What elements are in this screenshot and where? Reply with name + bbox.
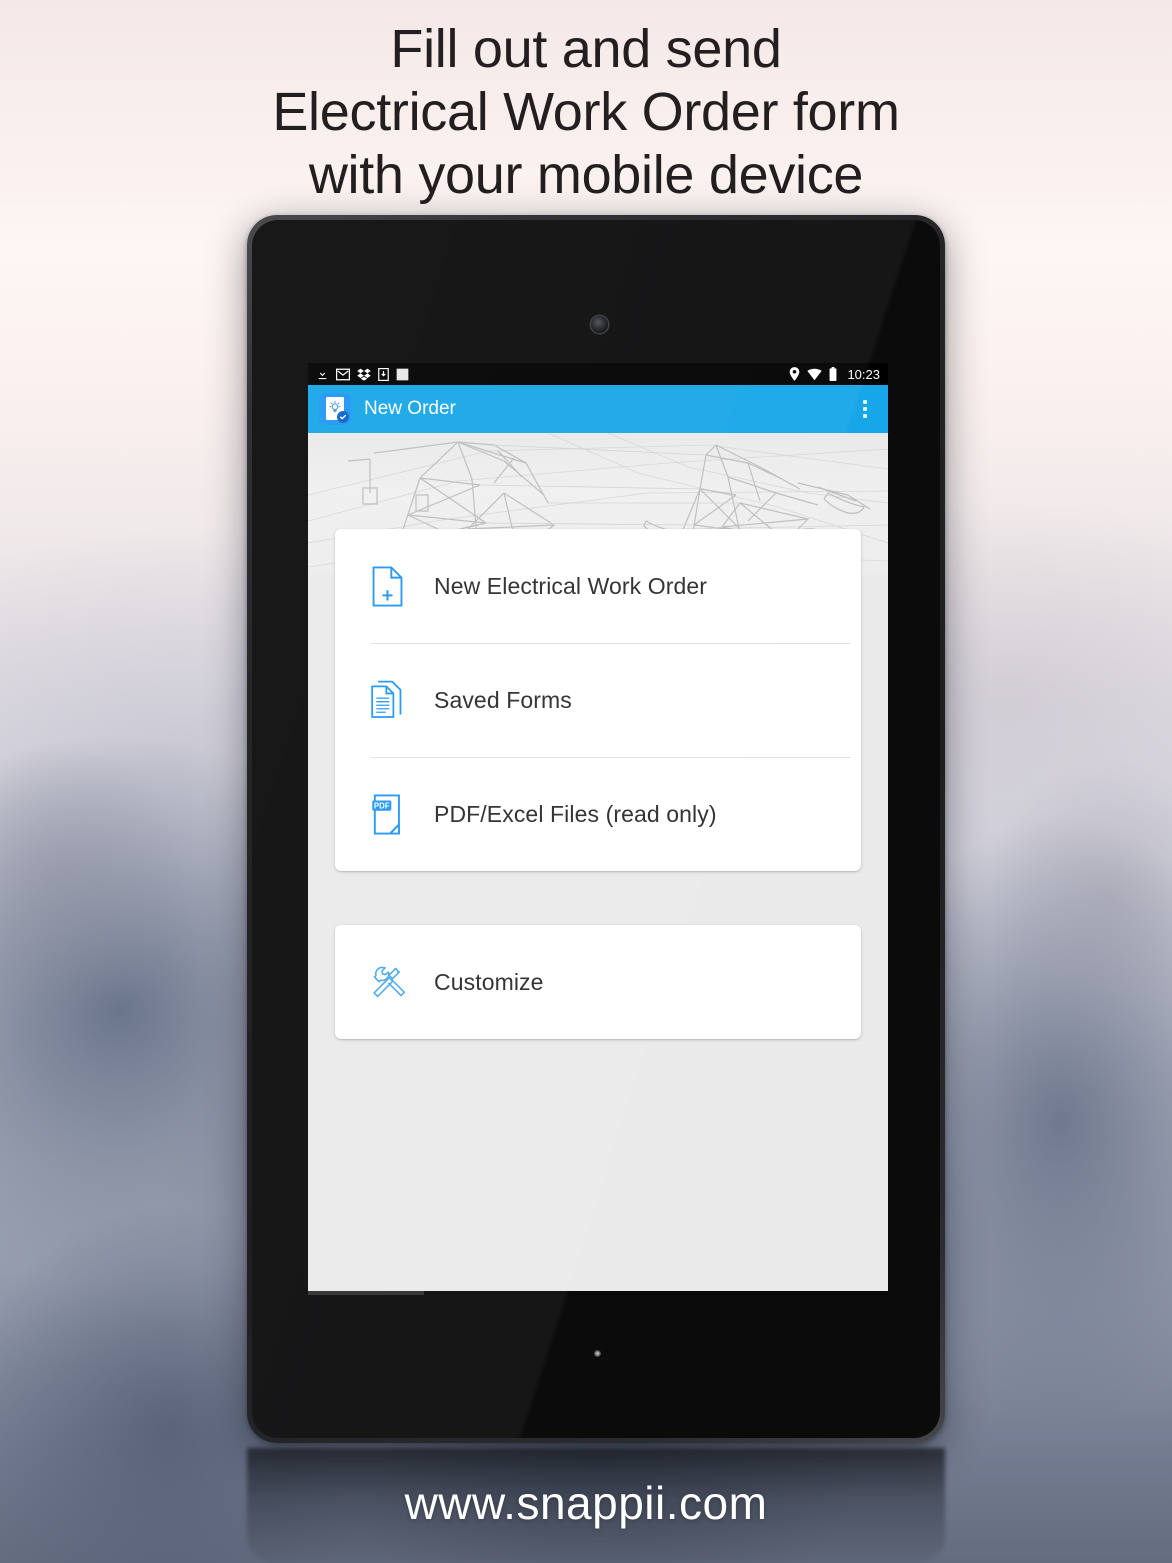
lightbulb-document-app-icon — [319, 393, 351, 425]
front-camera-icon — [591, 316, 608, 333]
android-status-bar: 10:23 — [308, 363, 888, 385]
menu-item-label: New Electrical Work Order — [434, 572, 708, 599]
tools-icon — [371, 963, 413, 1001]
menu-item-saved-forms[interactable]: Saved Forms — [335, 643, 861, 757]
headline-line-1: Fill out and send — [390, 19, 782, 79]
menu-item-label: PDF/Excel Files (read only) — [434, 800, 717, 827]
dot — [863, 400, 867, 404]
dot — [863, 407, 867, 411]
status-bar-right-icons: 10:23 — [789, 367, 880, 381]
tab-help[interactable]: ? Help — [424, 1291, 540, 1295]
customize-card: Customize — [335, 925, 861, 1039]
tab-customize[interactable]: Customize — [540, 1291, 656, 1295]
tablet-device: 10:23 New Order New Electrical Work Orde… — [247, 215, 945, 1443]
tab-notifications[interactable]: Notifications — [656, 1291, 772, 1295]
menu-item-customize[interactable]: Customize — [335, 925, 861, 1039]
wifi-icon — [807, 368, 823, 381]
menu-item-pdf-excel-files[interactable]: PDF PDF/Excel Files (read only) — [335, 757, 861, 871]
app-install-icon — [378, 367, 389, 381]
status-bar-clock: 10:23 — [847, 366, 880, 382]
notification-led-icon — [594, 1350, 601, 1357]
status-bar-left-icons — [316, 367, 789, 381]
tab-more[interactable]: More — [772, 1291, 888, 1295]
page-title: New Order — [364, 398, 456, 419]
location-icon — [789, 367, 800, 381]
overflow-menu-icon[interactable] — [852, 391, 878, 427]
dropbox-icon — [357, 368, 371, 381]
battery-icon — [829, 367, 837, 381]
menu-item-label: Customize — [434, 968, 544, 995]
pdf-file-icon: PDF — [371, 794, 413, 835]
app-tab-bar: New Order ? Help — [308, 1291, 888, 1295]
tablet-screen-glass: 10:23 New Order New Electrical Work Orde… — [252, 220, 940, 1438]
app-icon-check-badge — [337, 411, 349, 423]
tab-new-order[interactable]: New Order — [308, 1291, 424, 1295]
promo-headline: Fill out and send Electrical Work Order … — [0, 18, 1172, 207]
saved-forms-icon — [371, 680, 413, 721]
download-icon — [316, 368, 329, 381]
headline-line-3: with your mobile device — [308, 145, 864, 205]
svg-text:PDF: PDF — [374, 801, 390, 810]
headline-line-2: Electrical Work Order form — [272, 82, 900, 142]
main-menu-card: New Electrical Work Order Saved Forms PD… — [335, 529, 861, 871]
blank-notification-icon — [396, 368, 409, 381]
menu-item-label: Saved Forms — [434, 686, 572, 713]
device-screen: 10:23 New Order New Electrical Work Orde… — [308, 363, 888, 1295]
app-content: New Electrical Work Order Saved Forms PD… — [308, 529, 888, 1291]
app-toolbar: New Order — [308, 385, 888, 433]
new-document-icon — [371, 566, 413, 607]
menu-item-new-electrical-work-order[interactable]: New Electrical Work Order — [335, 529, 861, 643]
dot — [863, 414, 867, 418]
gmail-icon — [336, 368, 350, 381]
footer-website-url: www.snappii.com — [404, 1477, 768, 1529]
